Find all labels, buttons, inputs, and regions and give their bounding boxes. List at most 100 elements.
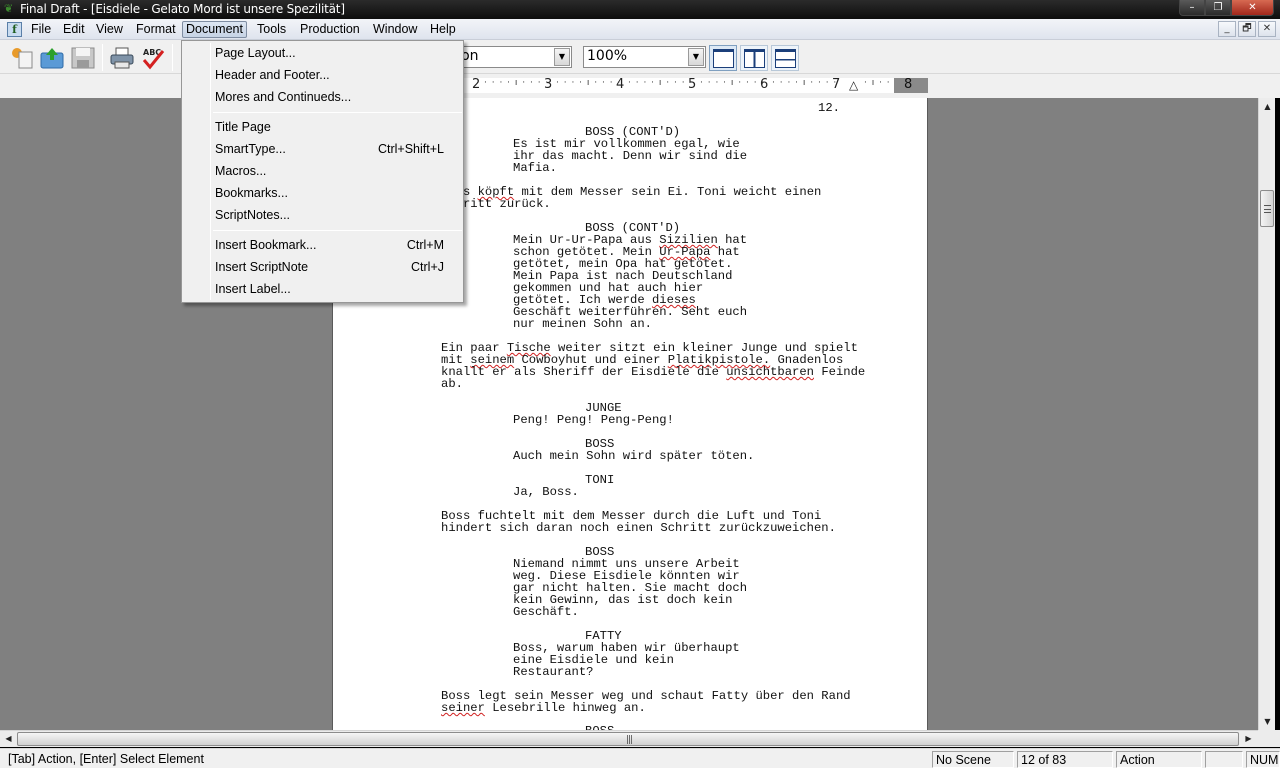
scroll-up-arrow-icon[interactable]: ▲ [1259,98,1276,115]
vertical-scroll-thumb[interactable] [1260,190,1274,227]
menu-item-page-layout[interactable]: Page Layout... [185,42,460,64]
dialogue[interactable]: Auch mein Sohn wird später töten. [513,450,754,462]
chevron-down-icon[interactable]: ▼ [554,48,570,66]
toolbar-separator [102,44,103,71]
doc-restore-button[interactable]: 🗗 [1238,21,1256,37]
menu-item-label: Macros... [215,164,267,178]
action[interactable]: Boss köpft mit dem Messer sein Ei. Toni … [441,186,821,210]
dialogue-line: Mafia. [513,161,557,175]
ruler-number: 4 [616,77,625,92]
ruler-number: 2 [472,77,481,92]
document-menu-dropdown: Page Layout... Header and Footer... More… [181,40,464,303]
menu-window[interactable]: Window [369,21,421,38]
menu-item-insert-label[interactable]: Insert Label... [185,278,460,300]
misspelled-word: Tische [506,341,551,355]
action[interactable]: Ein paar Tische weiter sitzt ein kleiner… [441,342,865,390]
menu-item-scriptnotes[interactable]: ScriptNotes... [185,204,460,226]
action[interactable]: Boss fuchtelt mit dem Messer durch die L… [441,510,836,534]
columns-view-icon [744,49,765,68]
ruler-number: 5 [688,77,697,92]
app-icon: ❦ [4,2,14,15]
menu-view[interactable]: View [92,21,127,38]
menu-item-insert-bookmark[interactable]: Insert Bookmark... Ctrl+M [185,234,460,256]
status-num-lock: NUM [1246,751,1280,768]
menu-document[interactable]: Document [182,21,247,38]
restore-button[interactable]: ❐ [1205,0,1231,16]
action[interactable]: Boss legt sein Messer weg und schaut Fat… [441,690,851,714]
menu-item-smarttype[interactable]: SmartType... Ctrl+Shift+L [185,138,460,160]
dialogue-line: Geschäft. [513,605,579,619]
ruler-number: 3 [544,77,553,92]
menu-item-label: Insert ScriptNote [215,260,309,274]
menu-item-macros[interactable]: Macros... [185,160,460,182]
menu-item-label: Title Page [215,120,271,134]
doc-minimize-button[interactable]: _ [1218,21,1236,37]
title-bar: ❦ Final Draft - [Eisdiele - Gelato Mord … [0,0,1280,19]
grip-icon [1264,205,1271,213]
dialogue[interactable]: Niemand nimmt uns unsere Arbeit weg. Die… [513,558,747,618]
ruler-number: 8 [904,77,913,92]
open-folder-icon[interactable] [40,46,64,70]
menu-item-header-footer[interactable]: Header and Footer... [185,64,460,86]
document-system-menu-icon[interactable]: f [7,22,22,37]
misspelled-word: seinem [470,353,515,367]
menu-item-insert-scriptnote[interactable]: Insert ScriptNote Ctrl+J [185,256,460,278]
dialogue[interactable]: Ja, Boss. [513,486,579,498]
menu-tools[interactable]: Tools [253,21,290,38]
menu-item-label: Page Layout... [215,46,296,60]
menu-help[interactable]: Help [426,21,460,38]
menu-separator [213,112,462,113]
menu-item-label: Header and Footer... [215,68,330,82]
document-window-controls: _ 🗗 ✕ [1218,21,1276,37]
menu-format[interactable]: Format [132,21,180,38]
horizontal-scrollbar[interactable]: ◀ ||| ▶ [0,730,1258,747]
menu-edit[interactable]: Edit [59,21,89,38]
menu-item-shortcut: Ctrl+M [406,238,444,252]
save-icon[interactable] [71,46,95,70]
right-margin-marker[interactable]: △ [849,78,858,92]
character-cue[interactable]: TONI [585,474,614,486]
menu-item-shortcut: Ctrl+J [411,260,444,274]
status-element: Action [1116,751,1202,768]
menu-item-bookmarks[interactable]: Bookmarks... [185,182,460,204]
menu-item-label: Insert Label... [215,282,291,296]
vertical-scrollbar[interactable]: ▲ ▼ [1258,98,1275,730]
status-blank [1205,751,1243,768]
dialogue[interactable]: Peng! Peng! Peng-Peng! [513,414,674,426]
normal-view-button[interactable] [709,45,737,71]
minimize-button[interactable]: – [1179,0,1205,16]
menu-item-label: Mores and Continueds... [215,90,352,104]
chevron-down-icon[interactable]: ▼ [688,48,704,66]
page-view-button[interactable] [771,45,799,71]
dialogue[interactable]: Mein Ur-Ur-Papa aus Sizilien hat schon g… [513,234,747,330]
grip-icon: ||| [626,735,633,745]
horizontal-scroll-thumb[interactable]: ||| [17,732,1239,746]
print-icon[interactable] [110,46,134,70]
doc-close-button[interactable]: ✕ [1258,21,1276,37]
zoom-select[interactable]: 100% ▼ [583,46,706,68]
toolbar-separator [172,44,173,71]
speed-view-button[interactable] [740,45,768,71]
dialogue[interactable]: Boss, warum haben wir überhaupt eine Eis… [513,642,740,678]
action-line: hindert sich daran noch einen Schritt zu… [441,521,836,535]
menu-item-label: Insert Bookmark... [215,238,317,252]
menu-file[interactable]: File [27,21,55,38]
window-controls: – ❐ ✕ [1179,0,1274,16]
menu-item-mores-continueds[interactable]: Mores and Continueds... [185,86,460,108]
dialogue[interactable]: Es ist mir vollkommen egal, wie ihr das … [513,138,747,174]
spellcheck-icon[interactable]: ABC [141,46,165,70]
misspelled-word: Ur-Papa [659,245,711,259]
scroll-down-arrow-icon[interactable]: ▼ [1259,713,1276,730]
menu-production[interactable]: Production [296,21,364,38]
menu-item-label: Bookmarks... [215,186,288,200]
status-scene: No Scene [932,751,1014,768]
scroll-right-arrow-icon[interactable]: ▶ [1240,731,1257,748]
status-hint: [Tab] Action, [Enter] Select Element [8,752,204,766]
menu-item-title-page[interactable]: Title Page [185,116,460,138]
new-document-icon[interactable] [10,46,34,70]
close-button[interactable]: ✕ [1231,0,1274,16]
ruler-number: 7 [832,77,841,92]
scroll-left-arrow-icon[interactable]: ◀ [0,731,17,748]
page-number: 12. [818,101,840,115]
misspelled-word: dieses [651,293,696,307]
